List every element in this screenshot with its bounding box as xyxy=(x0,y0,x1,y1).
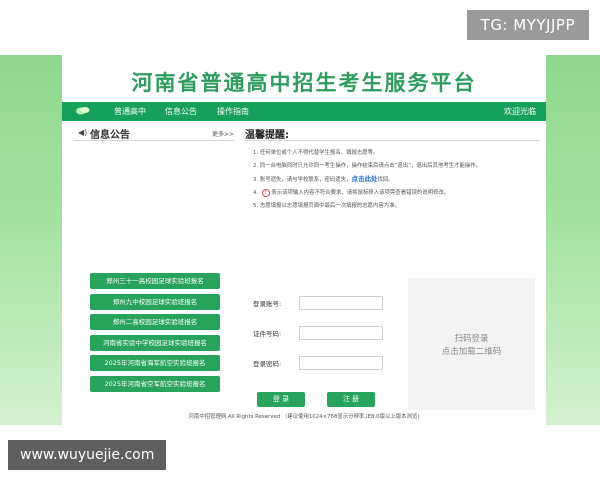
project-button-list: 郑州三十一高校园足球实验班报名 郑州九中校园足球实验班报名 郑州二高校园足球实验… xyxy=(90,273,220,396)
password-label: 登录密码: xyxy=(253,360,282,368)
project-button[interactable]: 2025年河南省海军航空实验班报名 xyxy=(90,355,220,371)
tips-list: 1. 任何单位或个人不得代替学生报名、填报志愿等。 2. 同一台电脑同时只允许同… xyxy=(253,147,538,213)
tip-number: 4. xyxy=(253,190,259,196)
tip-line: 1. 任何单位或个人不得代替学生报名、填报志愿等。 xyxy=(253,150,379,156)
site-title: 河南省普通高中招生考生服务平台 xyxy=(131,71,477,95)
tips-title: 温馨提醒: xyxy=(245,130,289,141)
tip-text: 找回。 xyxy=(377,177,394,183)
login-button[interactable]: 登 录 xyxy=(257,392,305,407)
nav-item-high-school[interactable]: 普通高中 xyxy=(114,102,146,121)
footer: 河南中招管理网 All Rights Reserved （建议使用1024×76… xyxy=(62,410,546,425)
qr-login-area[interactable]: 扫码登录 点击加载二维码 xyxy=(408,278,535,410)
tips-header: 温馨提醒: xyxy=(245,125,540,141)
tip-text: 表示该项输入内容不符合要求，请将鼠标移入该项旁查看错误的说明修改。 xyxy=(271,190,450,196)
top-nav: 普通高中 信息公告 操作指南 欢迎光临 xyxy=(62,102,546,121)
notice-panel: ◀) 信息公告 更多>> 郑州三十一高校园足球实验班报名 郑州九中校园足球实验班… xyxy=(74,125,234,395)
tip-line: 3. 账号遗失，请与学校联系，密码遗失，点击此处找回。 xyxy=(253,173,538,187)
account-input[interactable] xyxy=(299,296,383,310)
tip-line: 4. ! 表示该项输入内容不符合要求，请将鼠标移入该项旁查看错误的说明修改。 xyxy=(253,187,538,200)
qr-title: 扫码登录 xyxy=(454,334,489,344)
nav-item-guide[interactable]: 操作指南 xyxy=(217,102,249,121)
tip-line: 2. 同一台电脑同时只允许同一考生操作，操作结束后请点击“退出”，退出后其他考生… xyxy=(253,163,482,169)
register-button[interactable]: 注 册 xyxy=(327,392,375,407)
watermark-bottom: www.wuyuejie.com xyxy=(8,440,167,470)
id-input[interactable] xyxy=(299,326,383,340)
main-panel: 温馨提醒: 1. 任何单位或个人不得代替学生报名、填报志愿等。 2. 同一台电脑… xyxy=(245,125,540,410)
top-band: TG: MYYJJPP xyxy=(0,0,600,55)
project-button[interactable]: 郑州九中校园足球实验班报名 xyxy=(90,293,220,310)
account-row: 登录账号: xyxy=(253,296,403,310)
project-button[interactable]: 河南省实验中学校园足球实验班报名 xyxy=(90,334,220,351)
watermark-top: TG: MYYJJPP xyxy=(466,10,589,40)
id-row: 证件号码: xyxy=(253,326,403,340)
login-form: 登录账号: 证件号码: 登录密码: 登 录 注 册 xyxy=(245,278,405,410)
password-row: 登录密码: xyxy=(253,356,403,370)
page-container: 河南省普通高中招生考生服务平台 普通高中 信息公告 操作指南 欢迎光临 ◀) 信… xyxy=(62,55,546,410)
logo-icon xyxy=(76,107,90,115)
tip-line: 5. 志愿填报以志愿填报页面中最后一次填报的志愿内容为准。 xyxy=(253,203,401,209)
qr-text: 扫码登录 点击加载二维码 xyxy=(408,333,535,359)
password-input[interactable] xyxy=(299,356,383,370)
account-label: 登录账号: xyxy=(253,300,282,308)
speaker-icon: ◀) xyxy=(78,128,88,137)
project-button[interactable]: 2025年河南省空军航空实验班报名 xyxy=(90,375,220,392)
more-link[interactable]: 更多>> xyxy=(212,129,234,138)
recover-password-link[interactable]: 点击此处 xyxy=(352,175,378,183)
project-button[interactable]: 郑州三十一高校园足球实验班报名 xyxy=(90,273,220,289)
welcome-text: 欢迎光临 xyxy=(504,107,536,116)
qr-load-link[interactable]: 点击加载二维码 xyxy=(408,346,535,359)
tip-text: 3. 账号遗失，请与学校联系，密码遗失， xyxy=(253,177,352,183)
project-button[interactable]: 郑州二高校园足球实验班报名 xyxy=(90,314,220,330)
nav-item-notices[interactable]: 信息公告 xyxy=(165,102,197,121)
id-label: 证件号码: xyxy=(253,330,282,338)
warning-icon: ! xyxy=(261,188,270,197)
notice-title: 信息公告 xyxy=(90,130,130,141)
notice-header: ◀) 信息公告 更多>> xyxy=(74,125,234,141)
